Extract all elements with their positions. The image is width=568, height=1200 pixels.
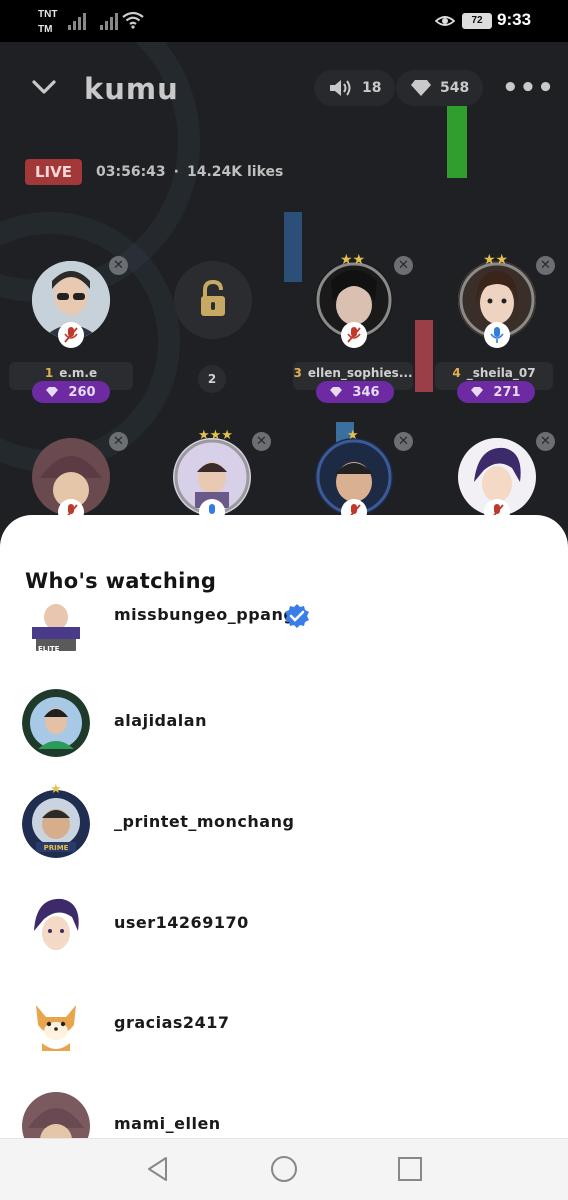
viewer-name: mami_ellen: [114, 1114, 221, 1133]
eye-comfort-icon: [435, 16, 455, 26]
mic-muted-icon: [58, 322, 84, 348]
status-bar: TNT TM 72 9:33: [0, 0, 568, 42]
signal-icon: [68, 12, 86, 30]
diamond-icon: [330, 387, 343, 397]
mic-muted-icon: [341, 322, 367, 348]
viewer-row[interactable]: alajidalan: [0, 689, 568, 779]
room-name: kumu: [84, 72, 179, 106]
chevron-down-icon[interactable]: [30, 72, 58, 100]
star-icon: ★★: [483, 252, 509, 268]
remove-seat-4-icon[interactable]: ✕: [536, 256, 555, 275]
wifi-icon: [122, 11, 144, 29]
viewer-name: user14269170: [114, 913, 249, 932]
diamond-icon: [411, 80, 431, 96]
signal-icon-2: [100, 12, 118, 30]
seat-1-gems: 260: [32, 381, 110, 403]
viewer-row[interactable]: mami_ellen: [0, 1092, 568, 1138]
gem-count-button[interactable]: 548: [396, 70, 484, 106]
viewer-row[interactable]: PRIME ★ _printet_monchang: [0, 782, 568, 880]
viewer-name: alajidalan: [114, 711, 207, 730]
separator-dot: ·: [173, 164, 179, 180]
viewer-name: gracias2417: [114, 1013, 230, 1032]
viewer-avatar: [22, 991, 90, 1059]
speaker-icon: [330, 80, 351, 96]
live-duration: 03:56:43: [96, 164, 166, 180]
carrier-label: TNT TM: [38, 9, 58, 35]
equalizer-bar: [447, 106, 467, 178]
mic-icon: [484, 322, 510, 348]
avatar-frame-badge: ELITE: [38, 645, 60, 653]
viewer-name: _printet_monchang: [114, 812, 295, 831]
verified-badge-icon: [285, 604, 309, 628]
remove-seat-5-icon[interactable]: ✕: [109, 432, 128, 451]
diamond-icon: [471, 387, 484, 397]
viewer-avatar: [22, 1092, 90, 1138]
equalizer-bar: [415, 320, 433, 392]
live-status-row: LIVE 03:56:43 · 14.24K likes: [25, 158, 283, 186]
back-icon[interactable]: [144, 1155, 172, 1183]
remove-seat-1-icon[interactable]: ✕: [109, 256, 128, 275]
diamond-icon: [46, 387, 59, 397]
speaker-count: 18: [362, 80, 382, 96]
viewer-row[interactable]: ELITE missbungeo_ppang: [0, 589, 568, 699]
likes-count: 14.24K likes: [186, 164, 284, 180]
recent-apps-icon[interactable]: [396, 1155, 424, 1183]
remove-seat-6-icon[interactable]: ✕: [252, 432, 271, 451]
seat-4-gems: 271: [457, 381, 535, 403]
speaker-count-button[interactable]: 18: [314, 70, 396, 106]
seat-2-number: 2: [198, 365, 226, 393]
star-icon: ★: [50, 782, 62, 797]
remove-seat-7-icon[interactable]: ✕: [394, 432, 413, 451]
star-icon: ★★★: [198, 428, 233, 443]
equalizer-bar: [284, 212, 302, 282]
star-icon: ★★: [340, 252, 366, 268]
remove-seat-3-icon[interactable]: ✕: [394, 256, 413, 275]
star-icon: ★: [347, 428, 359, 443]
viewer-avatar: [22, 891, 90, 959]
live-badge: LIVE: [25, 159, 82, 185]
viewer-row[interactable]: user14269170: [0, 891, 568, 981]
seat-3-gems: 346: [316, 381, 394, 403]
live-room: kumu 18 548 ••• LIVE 03:56:43 · 14.24K l…: [0, 42, 568, 562]
remove-seat-8-icon[interactable]: ✕: [536, 432, 555, 451]
battery-indicator: 72: [462, 13, 492, 29]
viewer-avatar: [22, 689, 90, 757]
viewer-avatar: PRIME: [22, 790, 90, 858]
navigation-bar: [0, 1138, 568, 1200]
viewers-sheet: Who's watching ELITE missbungeo_ppang al…: [0, 515, 568, 1138]
lock-icon: [201, 279, 225, 316]
clock: 9:33: [497, 10, 532, 29]
locked-seat[interactable]: [174, 261, 252, 339]
viewer-row[interactable]: gracias2417: [0, 991, 568, 1081]
viewer-name: missbungeo_ppang: [114, 605, 296, 624]
svg-text:PRIME: PRIME: [44, 844, 69, 852]
room-header: kumu 18 548 •••: [0, 66, 568, 112]
more-options-icon[interactable]: •••: [502, 75, 555, 101]
gem-count: 548: [440, 80, 470, 96]
home-icon[interactable]: [270, 1155, 298, 1183]
